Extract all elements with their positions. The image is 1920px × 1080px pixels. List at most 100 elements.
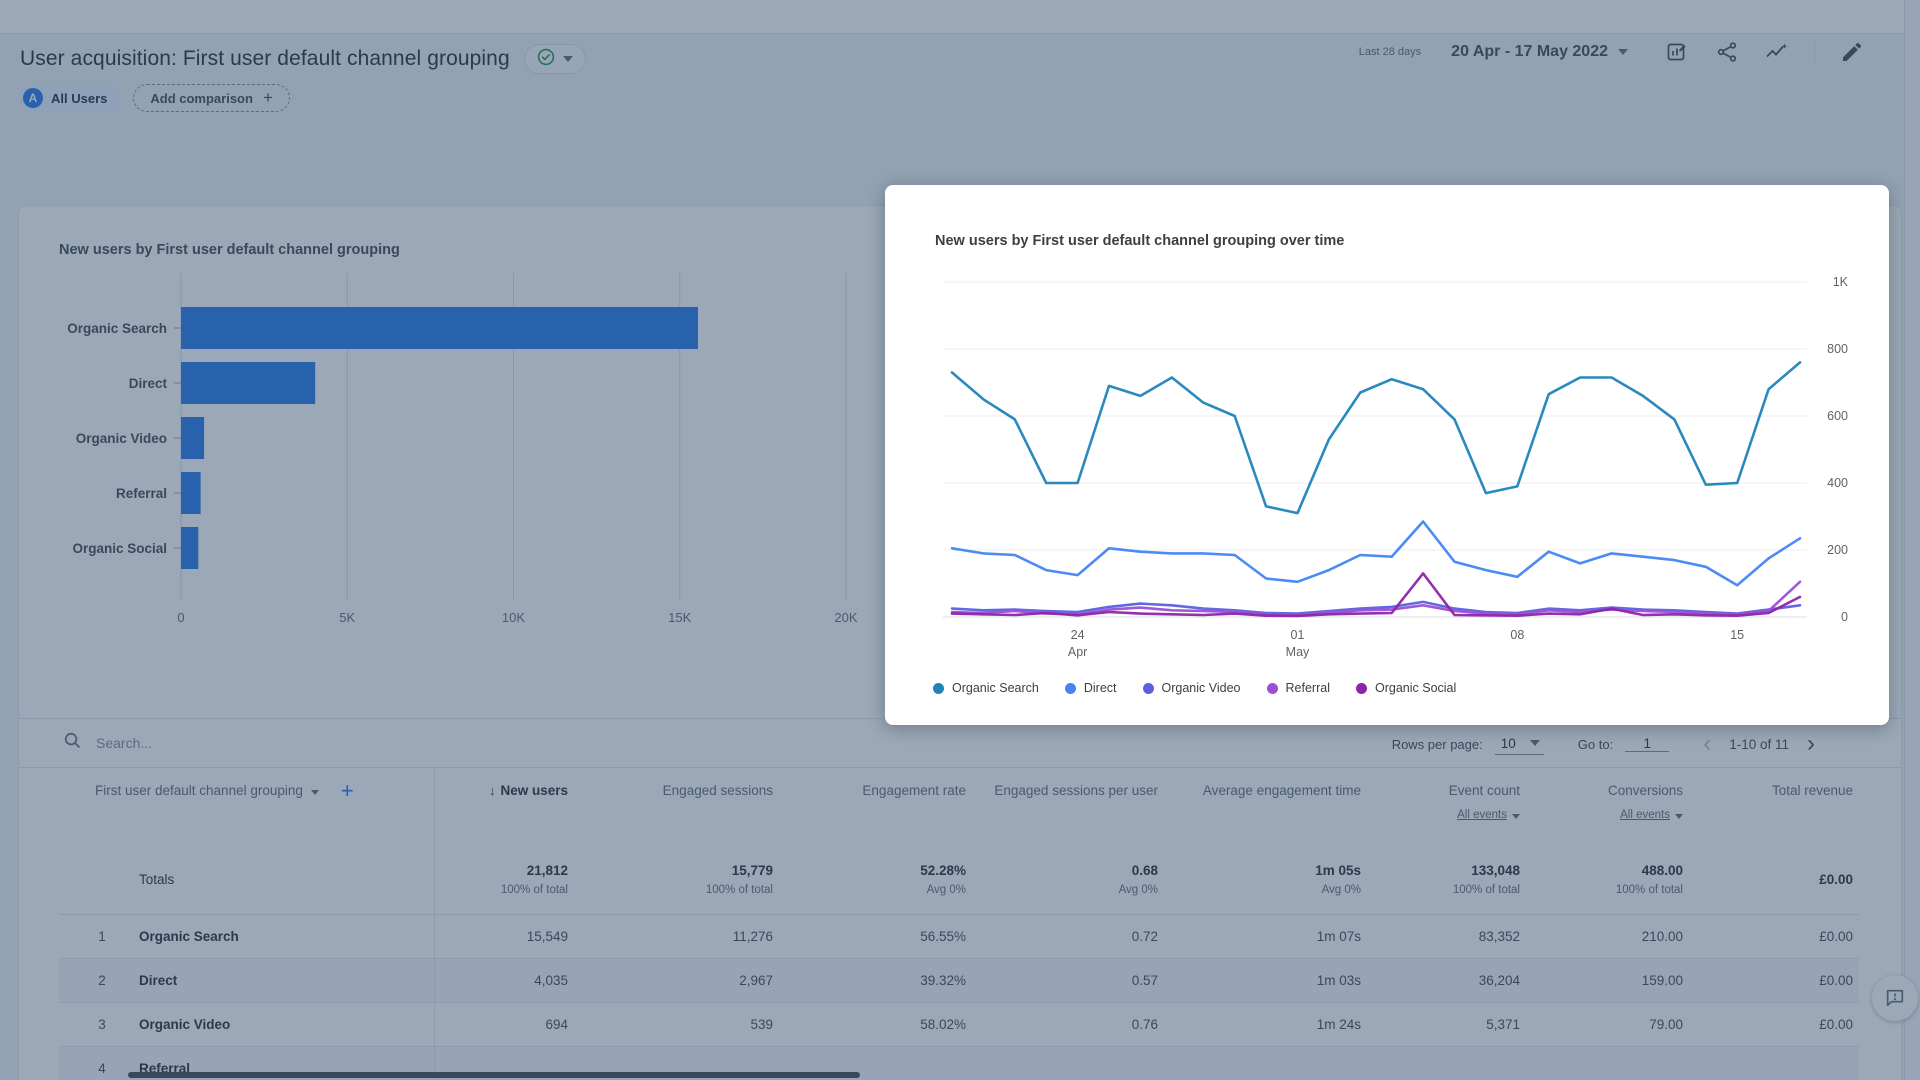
svg-text:01: 01	[1291, 628, 1305, 642]
svg-text:20K: 20K	[834, 610, 857, 625]
rows-per-page-label: Rows per page:	[1392, 737, 1483, 752]
column-header[interactable]: Engaged sessions	[574, 768, 779, 846]
goto-label: Go to:	[1578, 737, 1613, 752]
svg-text:400: 400	[1827, 476, 1848, 490]
add-dimension-button[interactable]: +	[341, 782, 354, 800]
svg-text:15K: 15K	[668, 610, 691, 625]
goto-page-input[interactable]	[1625, 736, 1669, 752]
svg-text:08: 08	[1510, 628, 1524, 642]
table-row: 3Organic Video69453958.02%0.761m 24s5,37…	[59, 1002, 1859, 1046]
metric-cell: 56.55%	[779, 914, 972, 958]
pagination-range: 1-10 of 11	[1729, 737, 1789, 752]
row-number: 4	[95, 1061, 109, 1076]
column-header-label: First user default channel grouping	[95, 782, 303, 800]
events-filter-link[interactable]: All events	[1367, 806, 1520, 824]
channel-name: Organic Search	[139, 929, 239, 944]
svg-text:24: 24	[1071, 628, 1085, 642]
row-number: 2	[95, 973, 109, 988]
metric-cell: 2,967	[574, 958, 779, 1002]
legend-item[interactable]: Organic Search	[933, 681, 1039, 695]
legend-item[interactable]: Referral	[1267, 681, 1330, 695]
metric-cell: 1m 24s	[1164, 1002, 1367, 1046]
insights-icon[interactable]	[1764, 39, 1790, 65]
search-input[interactable]	[96, 735, 516, 751]
legend-item[interactable]: Organic Social	[1356, 681, 1456, 695]
column-header[interactable]: Total revenue	[1689, 768, 1859, 846]
totals-cell: 21,812100% of total	[434, 846, 574, 914]
column-header-label: Engaged sessions	[663, 782, 773, 800]
vertical-scrollbar-track[interactable]	[1904, 0, 1920, 1080]
legend-dot-icon	[933, 683, 944, 694]
metric-cell: 539	[574, 1002, 779, 1046]
feedback-button[interactable]	[1872, 975, 1918, 1021]
ga4-report-page: User acquisition: First user default cha…	[0, 0, 1920, 1080]
rows-per-page-value: 10	[1501, 736, 1516, 751]
date-range-picker[interactable]: 20 Apr - 17 May 2022	[1451, 43, 1628, 61]
metric-cell: 79.00	[1526, 1002, 1689, 1046]
legend-dot-icon	[1143, 683, 1154, 694]
table-toolbar: Rows per page: 10 Go to: ‹ 1-10 of 11 ›	[19, 718, 1901, 768]
horizontal-scrollbar-thumb[interactable]	[128, 1072, 860, 1078]
legend-item[interactable]: Organic Video	[1143, 681, 1241, 695]
metric-cell: £0.00	[1689, 914, 1859, 958]
metric-cell: 1m 07s	[1164, 914, 1367, 958]
rows-per-page-select[interactable]: 10	[1495, 734, 1544, 755]
column-header-label: Event count	[1449, 782, 1520, 800]
column-header[interactable]: Engaged sessions per user	[972, 768, 1164, 846]
metric-cell: 0.76	[972, 1002, 1164, 1046]
next-page-button[interactable]: ›	[1807, 732, 1815, 756]
column-header-label: Conversions	[1608, 782, 1683, 800]
svg-text:Organic Social: Organic Social	[72, 541, 167, 556]
metric-cell: 4,035	[434, 958, 574, 1002]
plus-icon: +	[263, 88, 273, 108]
metric-cell	[1164, 1046, 1367, 1080]
metric-cell: 0.57	[972, 958, 1164, 1002]
column-header[interactable]: First user default channel grouping +	[59, 768, 434, 846]
legend-item[interactable]: Direct	[1065, 681, 1117, 695]
report-status-dropdown[interactable]	[524, 44, 586, 74]
metric-cell: 15,549	[434, 914, 574, 958]
metric-cell: 5,371	[1367, 1002, 1526, 1046]
legend-label: Organic Video	[1162, 681, 1241, 695]
prev-page-button[interactable]: ‹	[1703, 732, 1711, 756]
app-top-bar	[0, 0, 1920, 34]
legend-label: Organic Social	[1375, 681, 1456, 695]
svg-text:Organic Video: Organic Video	[76, 431, 167, 446]
column-header-label: Total revenue	[1772, 782, 1853, 800]
column-header[interactable]: ↓New users	[434, 768, 574, 846]
metric-cell: 159.00	[1526, 958, 1689, 1002]
svg-text:0: 0	[177, 610, 184, 625]
channel-name: Organic Video	[139, 1017, 230, 1032]
svg-text:600: 600	[1827, 409, 1848, 423]
totals-label: Totals	[59, 846, 434, 914]
totals-row: Totals21,812100% of total15,779100% of t…	[59, 846, 1859, 914]
events-filter-link[interactable]: All events	[1526, 806, 1683, 824]
metric-cell	[1367, 1046, 1526, 1080]
chevron-down-icon	[1530, 740, 1540, 746]
column-header[interactable]: Conversions All events	[1526, 768, 1689, 846]
search-icon	[63, 731, 82, 755]
add-comparison-button[interactable]: Add comparison +	[133, 84, 290, 112]
column-header[interactable]: Event count All events	[1367, 768, 1526, 846]
chevron-down-icon	[311, 790, 319, 795]
column-header[interactable]: Average engagement time	[1164, 768, 1367, 846]
edit-pencil-icon[interactable]	[1839, 39, 1865, 65]
svg-text:5K: 5K	[339, 610, 355, 625]
chart-edit-icon[interactable]	[1664, 39, 1690, 65]
legend-label: Direct	[1084, 681, 1117, 695]
totals-cell: 488.00100% of total	[1526, 846, 1689, 914]
page-title: User acquisition: First user default cha…	[20, 47, 510, 71]
table-row: 1Organic Search15,54911,27656.55%0.721m …	[59, 914, 1859, 958]
chevron-down-icon	[1512, 814, 1520, 819]
metric-cell	[1689, 1046, 1859, 1080]
legend-dot-icon	[1065, 683, 1076, 694]
share-icon[interactable]	[1714, 39, 1740, 65]
column-header-label: Engaged sessions per user	[994, 782, 1158, 800]
segment-chip-all-users[interactable]: A All Users	[18, 84, 121, 112]
svg-text:200: 200	[1827, 543, 1848, 557]
column-header[interactable]: Engagement rate	[779, 768, 972, 846]
add-comparison-label: Add comparison	[150, 91, 253, 106]
metric-cell: 39.32%	[779, 958, 972, 1002]
metric-cell: £0.00	[1689, 1002, 1859, 1046]
chevron-down-icon	[1618, 49, 1628, 55]
